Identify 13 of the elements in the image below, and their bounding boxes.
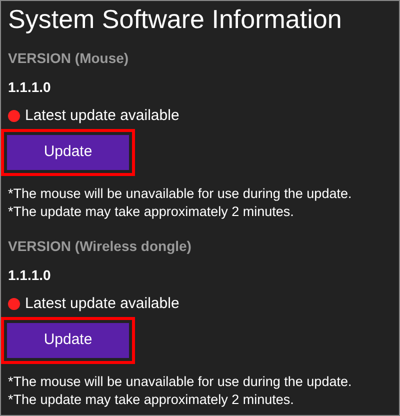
- note-text: *The mouse will be unavailable for use during the update.: [8, 373, 353, 391]
- note-text: *The update may take approximately 2 minutes.: [8, 391, 295, 409]
- update-button[interactable]: Update: [4, 132, 132, 173]
- section-label: VERSION (Mouse): [8, 49, 130, 67]
- section-label: VERSION (Wireless dongle): [8, 237, 192, 255]
- update-button[interactable]: Update: [4, 320, 132, 361]
- status-text: Latest update available: [25, 295, 180, 313]
- version-number: 1.1.1.0: [8, 266, 52, 284]
- status-text: Latest update available: [25, 107, 180, 125]
- note-text: *The update may take approximately 2 minutes.: [8, 203, 295, 221]
- page-title: System Software Information: [8, 3, 343, 35]
- note-text: *The mouse will be unavailable for use during the update.: [8, 185, 353, 203]
- version-number: 1.1.1.0: [8, 78, 52, 96]
